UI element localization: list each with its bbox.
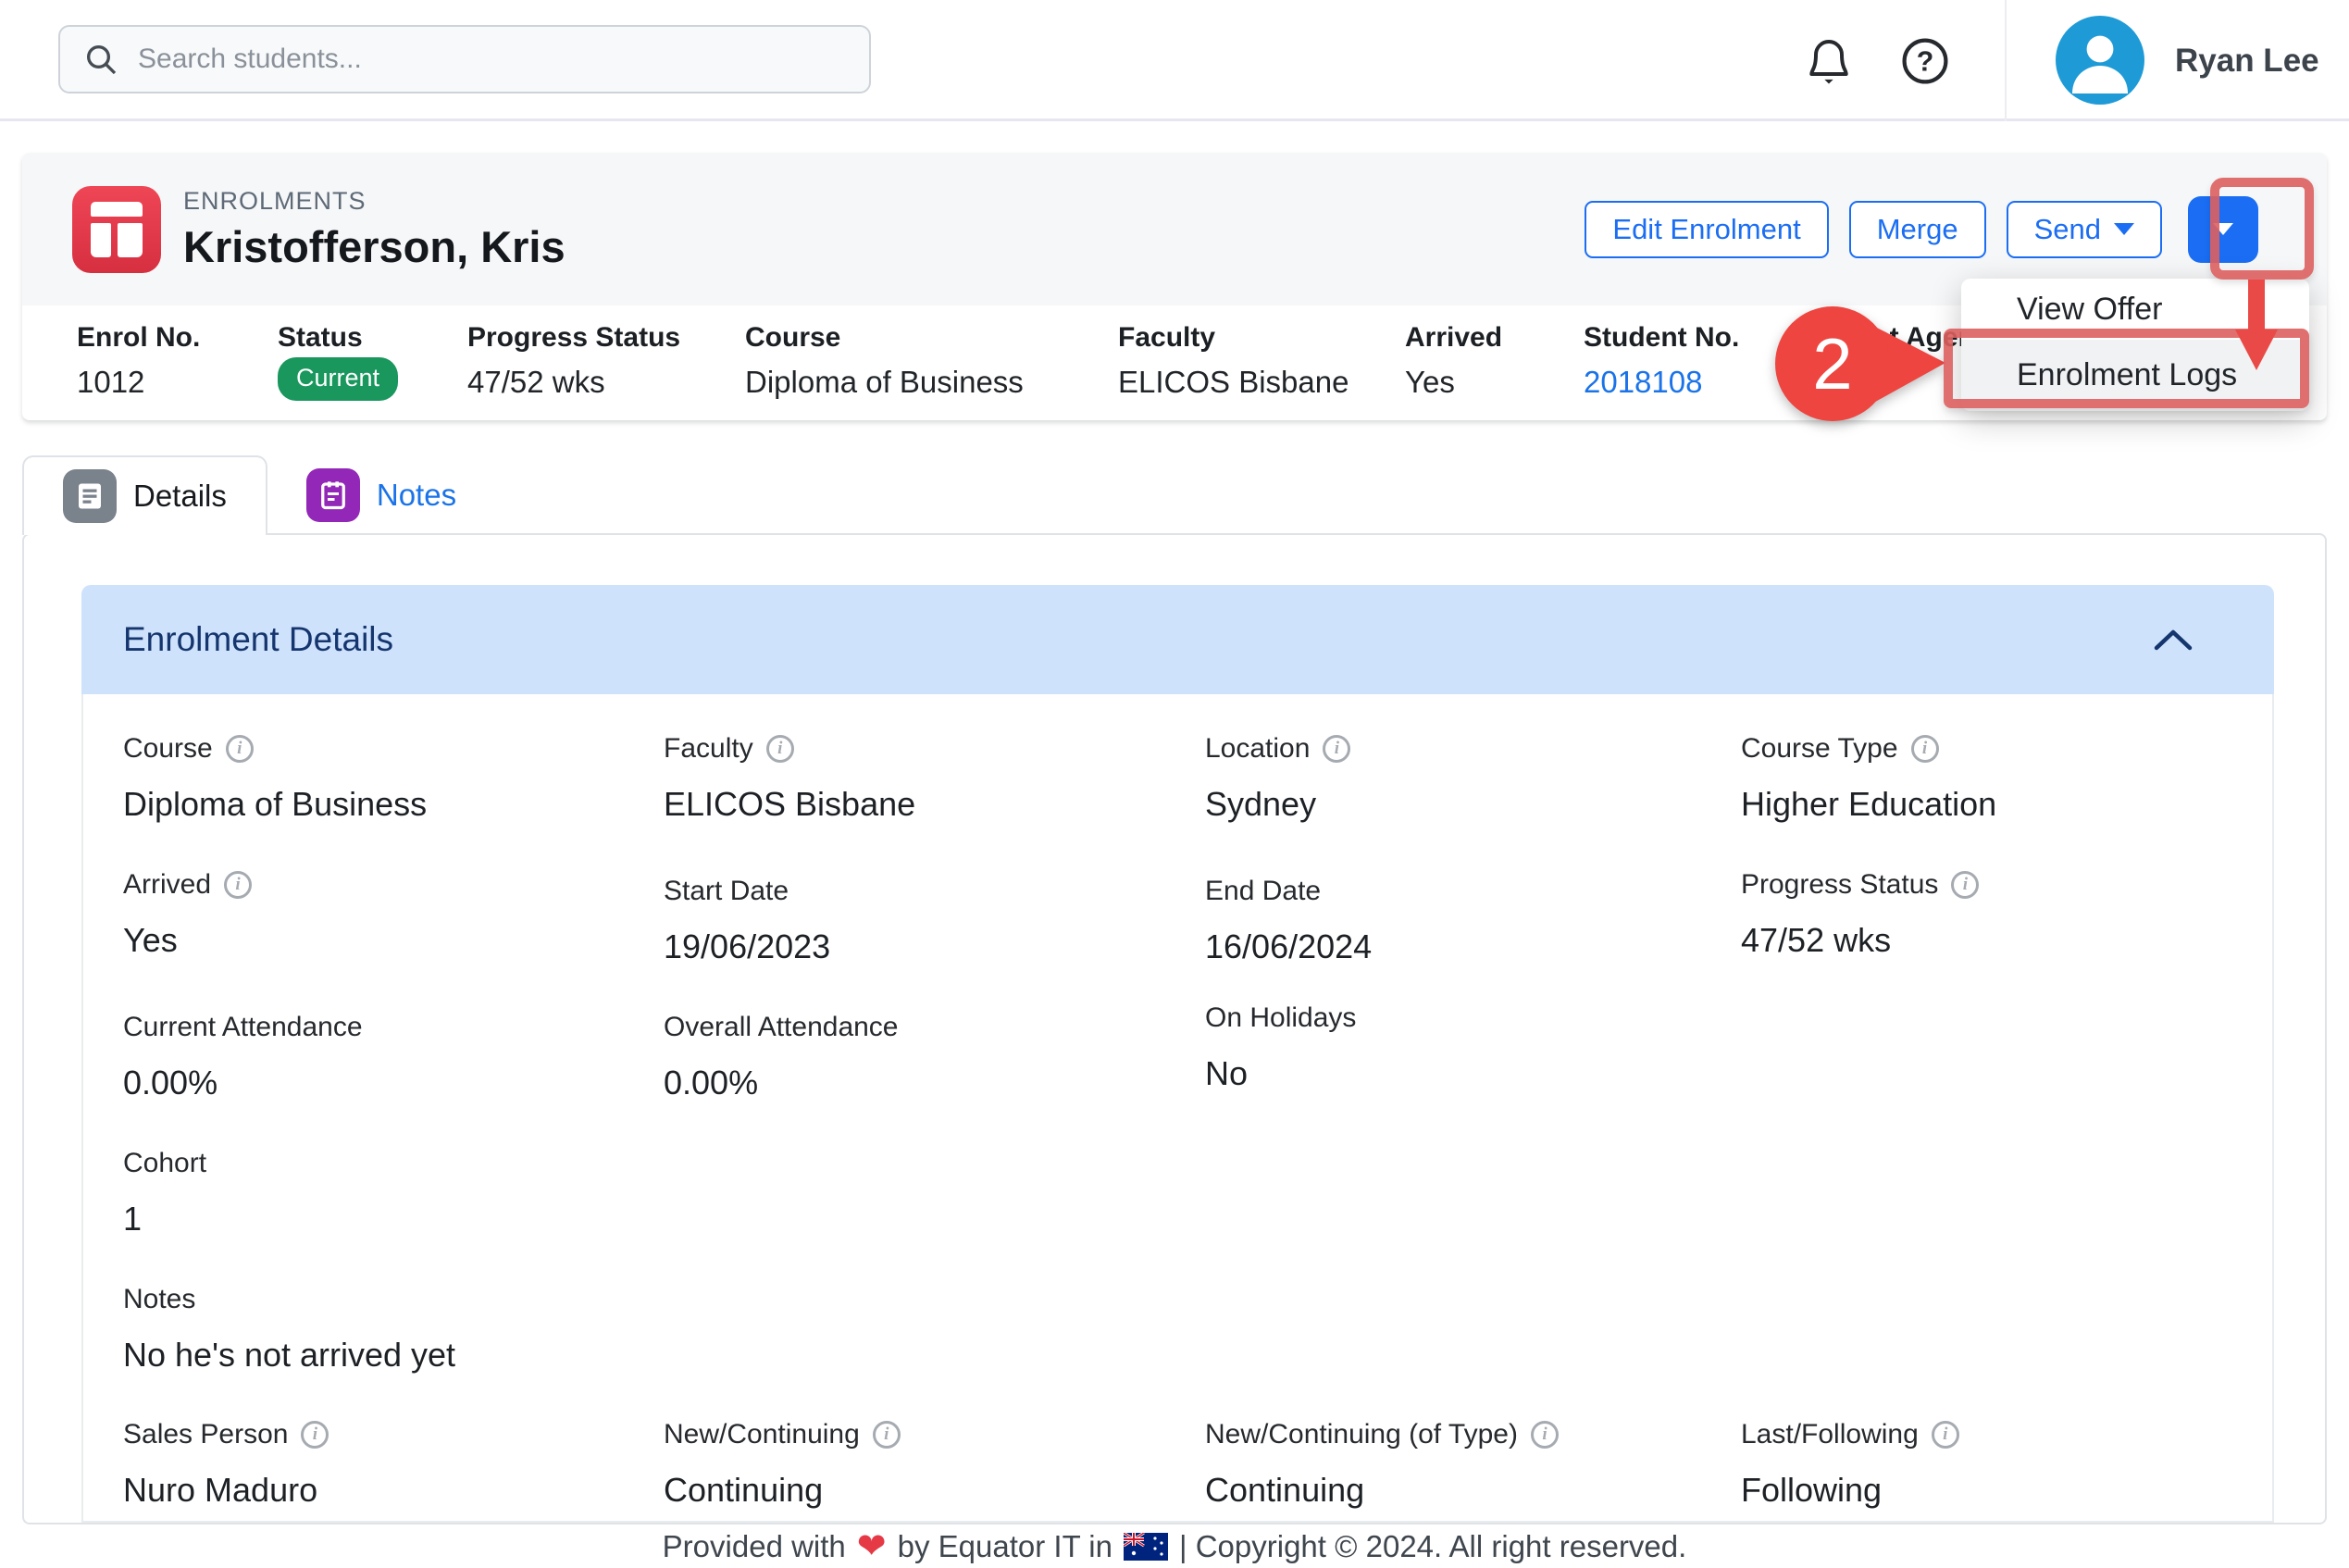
field-notes: Notes No he's not arrived yet — [123, 1284, 455, 1375]
summary-enrol-no: Enrol No. 1012 — [77, 322, 200, 400]
footer-prefix: Provided with — [663, 1529, 846, 1564]
summary-status: Status Current — [278, 322, 398, 401]
status-badge: Current — [278, 357, 398, 401]
page-title: Kristofferson, Kris — [183, 221, 566, 272]
field-progress-status: Progress Statusi 47/52 wks — [1741, 869, 1979, 960]
field-faculty: Facultyi ELICOS Bisbane — [664, 733, 915, 824]
field-last-following: Last/Followingi Following — [1741, 1419, 1959, 1510]
field-end-date: End Date 16/06/2024 — [1205, 876, 1372, 966]
australia-flag-icon — [1124, 1533, 1168, 1561]
field-course: Coursei Diploma of Business — [123, 733, 427, 824]
summary-faculty: Faculty ELICOS Bisbane — [1118, 322, 1348, 400]
tab-bar: Details Notes — [22, 455, 495, 535]
merge-button[interactable]: Merge — [1849, 201, 1986, 258]
enrolments-app-icon — [72, 186, 161, 273]
annotation-highlight-dropdown-button — [2210, 178, 2314, 280]
field-overall-attendance: Overall Attendance 0.00% — [664, 1012, 899, 1102]
tab-details-label: Details — [133, 479, 227, 514]
info-icon[interactable]: i — [1531, 1421, 1559, 1449]
annotation-arrow-down-icon — [2229, 278, 2284, 375]
user-icon — [2056, 16, 2144, 105]
search-icon — [82, 41, 119, 78]
field-location: Locationi Sydney — [1205, 733, 1350, 824]
info-icon[interactable]: i — [1932, 1421, 1959, 1449]
summary-student-no: Student No. 2018108 — [1584, 322, 1739, 400]
info-icon[interactable]: i — [301, 1421, 329, 1449]
field-course-type: Course Typei Higher Education — [1741, 733, 1996, 824]
heart-icon: ❤ — [857, 1529, 887, 1564]
help-icon[interactable]: ? — [1899, 35, 1951, 87]
info-icon[interactable]: i — [1911, 735, 1939, 763]
top-bar: ? Ryan Lee — [0, 0, 2349, 121]
enrolment-details-panel-header[interactable]: Enrolment Details — [81, 585, 2274, 694]
app-label: ENROLMENTS — [183, 187, 566, 216]
student-no-link[interactable]: 2018108 — [1584, 365, 1739, 400]
footer-middle: by Equator IT in — [898, 1529, 1112, 1564]
details-tab-panel: Enrolment Details Coursei Diploma of Bus… — [22, 533, 2327, 1524]
edit-enrolment-button[interactable]: Edit Enrolment — [1585, 201, 1828, 258]
notes-clipboard-icon — [306, 468, 360, 522]
info-icon[interactable]: i — [873, 1421, 901, 1449]
search-input[interactable] — [138, 44, 847, 75]
enrolment-details-panel-body: Coursei Diploma of Business Facultyi ELI… — [81, 694, 2274, 1523]
field-new-continuing: New/Continuingi Continuing — [664, 1419, 901, 1510]
field-arrived: Arrivedi Yes — [123, 869, 252, 960]
tab-notes[interactable]: Notes — [267, 455, 495, 535]
summary-progress-status: Progress Status 47/52 wks — [467, 322, 680, 400]
enrolment-details-panel: Enrolment Details Coursei Diploma of Bus… — [81, 585, 2274, 1523]
info-icon[interactable]: i — [766, 735, 794, 763]
summary-course: Course Diploma of Business — [745, 322, 1024, 400]
topbar-divider — [2005, 0, 2007, 121]
footer-suffix: | Copyright © 2024. All right reserved. — [1179, 1529, 1686, 1564]
send-button-label: Send — [2034, 213, 2101, 246]
info-icon[interactable]: i — [224, 871, 252, 899]
details-document-icon — [63, 469, 117, 523]
annotation-step-number: 2 — [1812, 323, 1852, 404]
notifications-bell-icon[interactable] — [1803, 35, 1855, 87]
user-name[interactable]: Ryan Lee — [2175, 43, 2319, 80]
tab-details[interactable]: Details — [22, 455, 267, 535]
avatar[interactable] — [2056, 16, 2144, 105]
send-button[interactable]: Send — [2007, 201, 2162, 258]
field-start-date: Start Date 19/06/2023 — [664, 876, 830, 966]
field-current-attendance: Current Attendance 0.00% — [123, 1012, 363, 1102]
info-icon[interactable]: i — [226, 735, 254, 763]
field-cohort: Cohort 1 — [123, 1148, 206, 1238]
tab-notes-label: Notes — [377, 478, 456, 513]
svg-text:?: ? — [1917, 47, 1934, 78]
footer: Provided with ❤ by Equator IT in | Copyr… — [0, 1524, 2349, 1568]
panel-title: Enrolment Details — [123, 620, 393, 659]
info-icon[interactable]: i — [1323, 735, 1350, 763]
annotation-step-pin: 2 — [1759, 296, 1962, 435]
summary-arrived: Arrived Yes — [1405, 322, 1502, 400]
chevron-down-icon — [2114, 223, 2134, 235]
chevron-up-icon[interactable] — [2153, 628, 2194, 652]
field-on-holidays: On Holidays No — [1205, 1002, 1356, 1093]
field-sales-person: Sales Personi Nuro Maduro — [123, 1419, 329, 1510]
search-box[interactable] — [58, 25, 871, 93]
info-icon[interactable]: i — [1951, 871, 1979, 899]
field-new-continuing-of-type: New/Continuing (of Type)i Continuing — [1205, 1419, 1559, 1510]
